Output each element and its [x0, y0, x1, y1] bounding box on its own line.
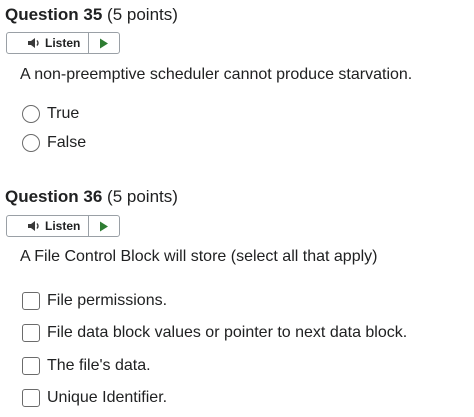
question-title: Question 36 (5 points) [5, 187, 178, 207]
question-prompt: A non-preemptive scheduler cannot produc… [20, 66, 413, 83]
question-title: Question 35 (5 points) [5, 5, 178, 25]
checkbox[interactable] [22, 292, 40, 310]
option-label: True [47, 105, 80, 122]
question-points: (5 points) [107, 187, 178, 206]
listen-button-group: Listen [6, 215, 120, 237]
radio-option-false[interactable]: False [22, 132, 86, 154]
question-points: (5 points) [107, 5, 178, 24]
listen-label: Listen [45, 219, 81, 233]
play-icon [100, 38, 108, 48]
listen-button-group: Listen [6, 32, 120, 54]
checkbox[interactable] [22, 389, 40, 407]
checkbox-option-unique-id[interactable]: Unique Identifier. [22, 387, 167, 409]
speaker-icon [28, 38, 39, 48]
listen-label: Listen [45, 36, 81, 50]
checkbox[interactable] [22, 324, 40, 342]
option-label: False [47, 134, 87, 151]
play-button[interactable] [89, 216, 119, 236]
listen-button[interactable]: Listen [7, 33, 89, 53]
question-number: Question 36 [5, 187, 103, 206]
option-label: The file's data. [47, 357, 151, 374]
checkbox[interactable] [22, 357, 40, 375]
radio-button[interactable] [22, 134, 40, 152]
play-button[interactable] [89, 33, 119, 53]
play-icon [100, 221, 108, 231]
option-label: File data block values or pointer to nex… [47, 324, 408, 341]
checkbox-option-data-block[interactable]: File data block values or pointer to nex… [22, 322, 407, 344]
checkbox-option-file-data[interactable]: The file's data. [22, 355, 151, 377]
listen-button[interactable]: Listen [7, 216, 89, 236]
option-label: File permissions. [47, 292, 168, 309]
question-number: Question 35 [5, 5, 103, 24]
option-label: Unique Identifier. [47, 389, 168, 406]
radio-button[interactable] [22, 105, 40, 123]
question-prompt: A File Control Block will store (select … [20, 248, 378, 265]
checkbox-option-permissions[interactable]: File permissions. [22, 290, 167, 312]
radio-option-true[interactable]: True [22, 103, 79, 125]
speaker-icon [28, 221, 39, 231]
